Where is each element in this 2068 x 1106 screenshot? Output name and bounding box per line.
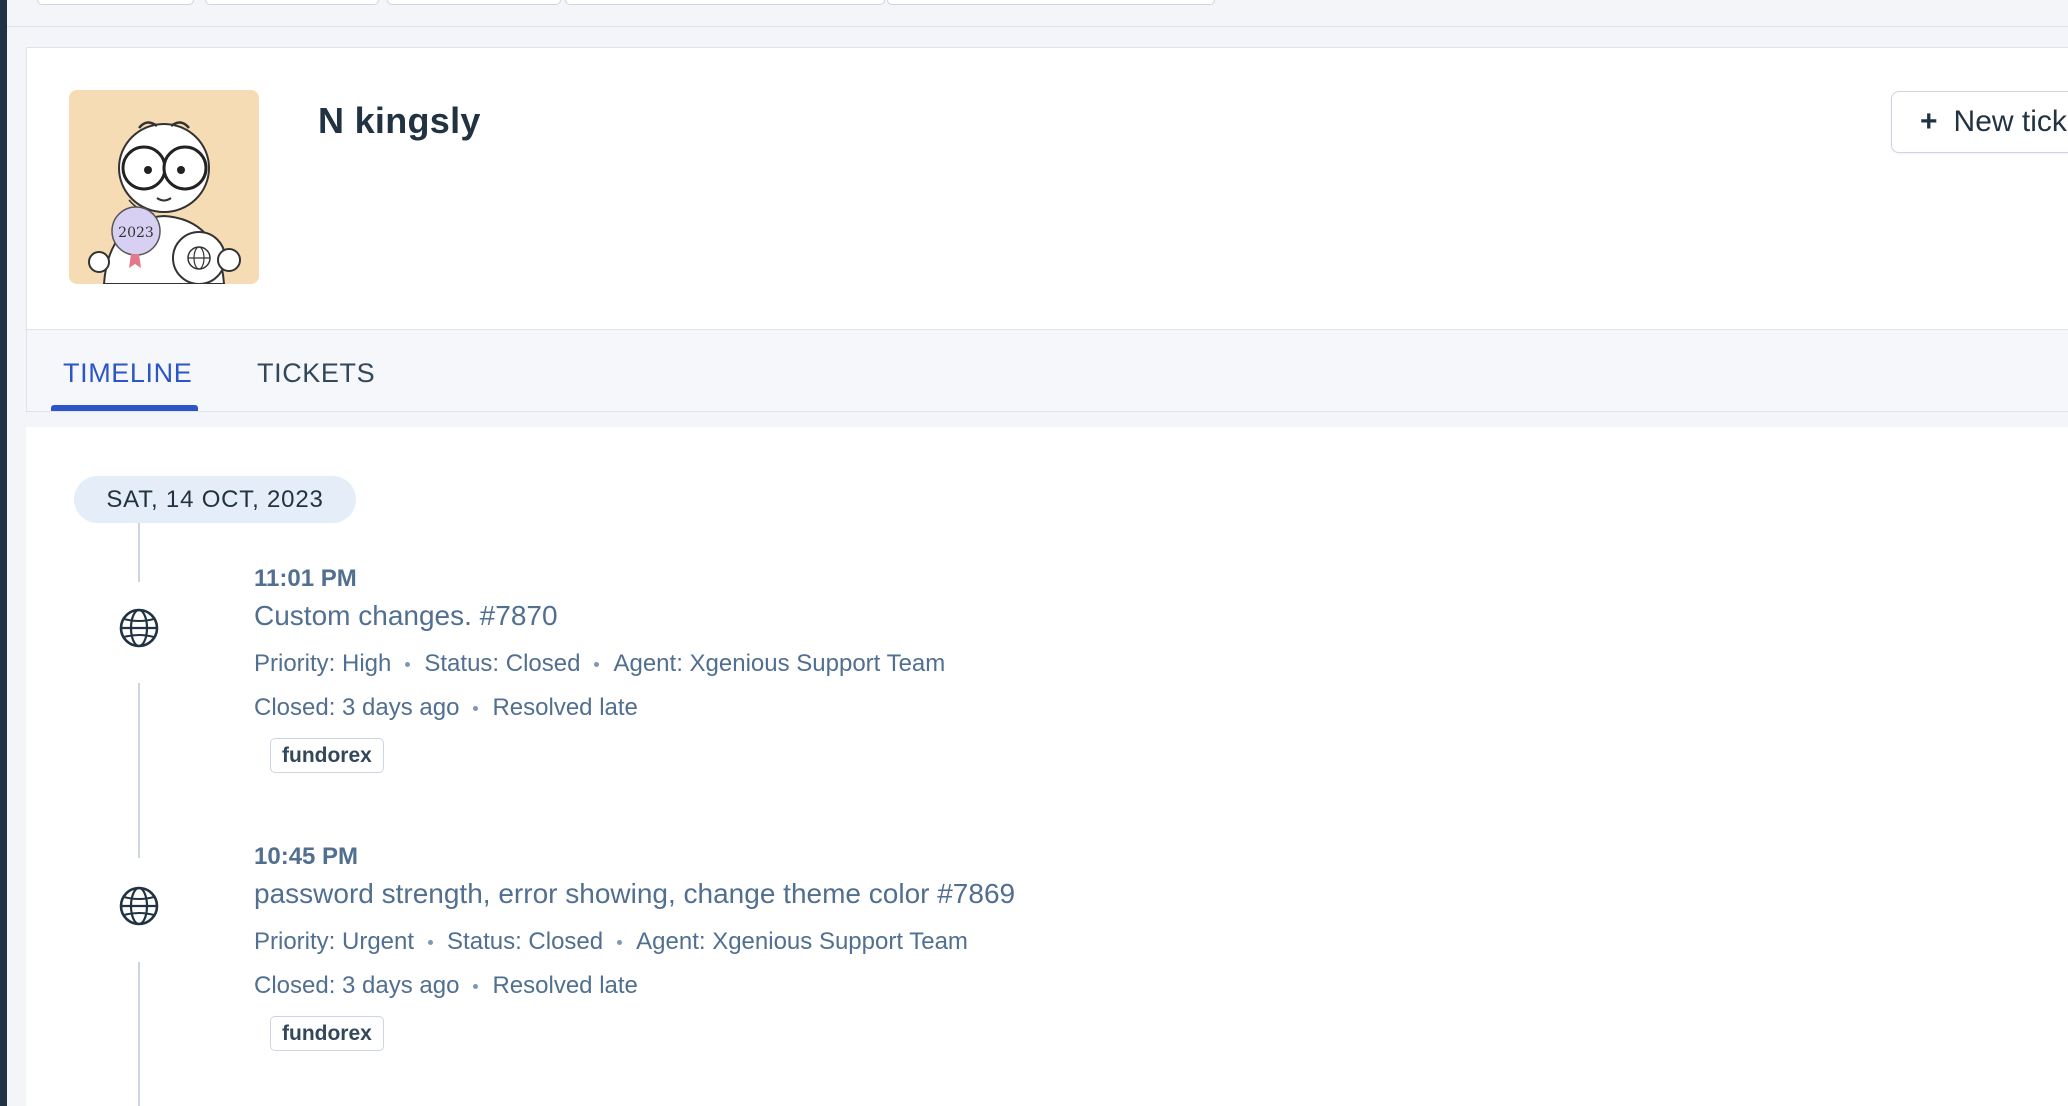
active-tab-indicator [51,405,198,411]
event-resolution-row: Closed: 3 days ago Resolved late [254,964,1015,1008]
timeline-connector [138,683,140,858]
svg-text:2023: 2023 [118,225,154,241]
top-filter-pill[interactable] [565,0,885,5]
event-closed: Closed: 3 days ago [254,694,460,721]
timeline-event: 11:01 PM Custom changes. #7870 Priority:… [254,564,945,773]
plus-icon: + [1920,105,1938,138]
event-agent: Agent: Xgenious Support Team [613,650,946,677]
tab-tickets[interactable]: TICKETS [257,358,375,389]
top-filter-pill[interactable] [37,0,194,5]
separator-dot [594,661,600,667]
contact-profile-card: 2023 N kingsly + New tick [26,47,2068,330]
new-ticket-label: New tick [1953,105,2067,138]
globe-icon [119,608,159,648]
timeline-connector [138,523,140,582]
event-time: 11:01 PM [254,565,357,592]
separator-dot [473,983,479,989]
tabs-bar: TIMELINE TICKETS [26,330,2068,412]
separator-dot [617,939,623,945]
timeline-connector [138,962,140,1106]
avatar: 2023 [69,90,259,284]
event-resolution: Resolved late [492,694,638,721]
top-filter-pill[interactable] [887,0,1215,5]
event-time: 10:45 PM [254,843,359,870]
app-left-rail [0,0,7,1106]
event-meta-row: Priority: High Status: Closed Agent: Xge… [254,642,945,686]
top-filter-strip [7,0,2068,27]
event-meta-row: Priority: Urgent Status: Closed Agent: X… [254,920,1015,964]
event-closed: Closed: 3 days ago [254,972,460,999]
separator-dot [473,705,479,711]
event-ticket-title[interactable]: Custom changes. #7870 [254,598,945,642]
timeline-event: 10:45 PM password strength, error showin… [254,842,1015,1051]
event-status: Status: Closed [447,928,604,955]
timeline-panel: SAT, 14 OCT, 2023 11:01 PM Custom change… [26,427,2068,1106]
new-ticket-button[interactable]: + New tick [1891,91,2068,153]
separator-dot [405,661,411,667]
event-ticket-title[interactable]: password strength, error showing, change… [254,876,1015,920]
timeline-date-chip: SAT, 14 OCT, 2023 [74,476,356,523]
separator-dot [428,939,434,945]
globe-icon [119,886,159,926]
tab-timeline[interactable]: TIMELINE [63,358,192,389]
contact-name: N kingsly [318,100,481,141]
top-filter-pill[interactable] [387,0,561,5]
top-filter-pill[interactable] [205,0,379,5]
event-agent: Agent: Xgenious Support Team [636,928,968,955]
event-tag[interactable]: fundorex [270,738,384,773]
event-priority: Priority: Urgent [254,928,415,955]
avatar-illustration: 2023 [88,121,241,284]
event-resolution: Resolved late [492,972,638,999]
event-tag[interactable]: fundorex [270,1016,384,1051]
event-status: Status: Closed [424,650,581,677]
event-resolution-row: Closed: 3 days ago Resolved late [254,686,945,730]
event-priority: Priority: High [254,650,392,677]
